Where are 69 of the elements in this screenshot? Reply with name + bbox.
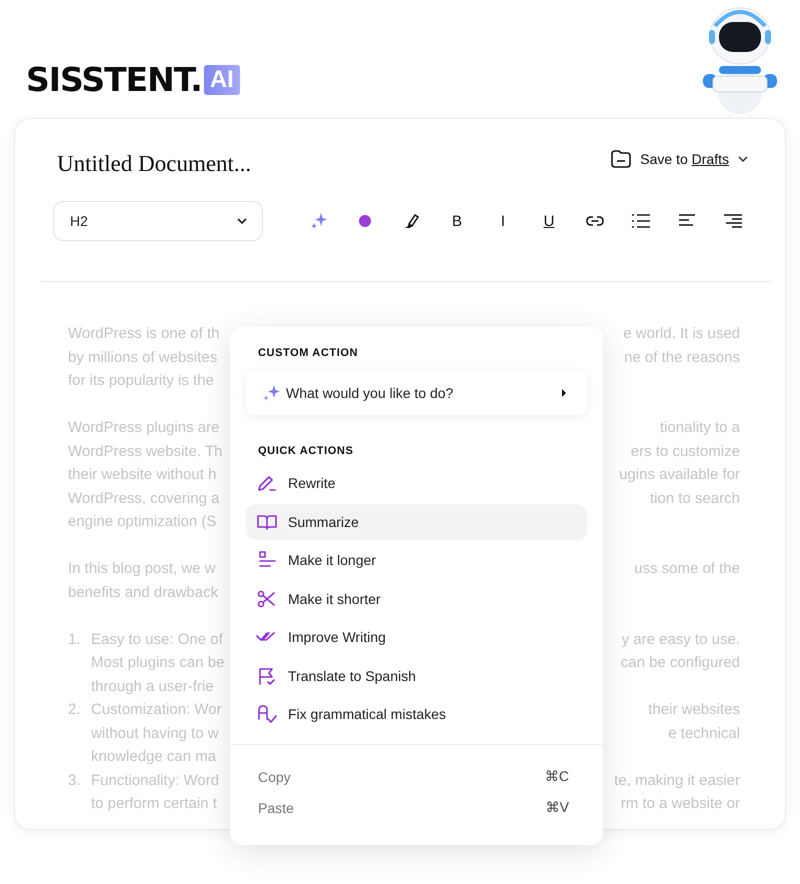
menu-item[interactable]: Summarize bbox=[246, 504, 587, 540]
body-text: ugins available for bbox=[619, 465, 740, 485]
folder-icon bbox=[610, 148, 632, 170]
custom-prompt-field[interactable]: What would you like to do? bbox=[246, 371, 587, 415]
keyboard-shortcut: ⌘C bbox=[544, 768, 569, 785]
bold-button[interactable]: B bbox=[437, 203, 477, 239]
menu-item[interactable]: Rewrite bbox=[246, 465, 587, 501]
caret-right-icon bbox=[561, 389, 567, 397]
body-text: ers to customize bbox=[630, 442, 740, 462]
menu-item[interactable]: Paste ⌘V bbox=[246, 792, 587, 823]
body-text: WordPress plugins are bbox=[68, 418, 220, 438]
block-style-dropdown[interactable]: H2 bbox=[53, 201, 263, 241]
body-text: can be configured bbox=[620, 653, 740, 673]
body-text: for its popularity is the bbox=[68, 371, 214, 391]
menu-item[interactable]: Translate to Spanish bbox=[246, 658, 587, 694]
body-text: WordPress website. Th bbox=[68, 442, 223, 462]
bullet-list-icon bbox=[631, 213, 651, 229]
body-text: their websites bbox=[648, 700, 740, 720]
pencil-icon bbox=[256, 473, 278, 493]
sparkle-icon bbox=[309, 211, 329, 231]
list-number: 1. bbox=[68, 630, 81, 650]
body-text: te, making it easier bbox=[614, 770, 740, 790]
keyboard-shortcut: ⌘V bbox=[546, 799, 569, 816]
body-text: Customization: Wor bbox=[91, 700, 222, 720]
highlighter-icon bbox=[402, 212, 420, 230]
chevron-down-icon bbox=[236, 217, 248, 225]
body-text: knowledge can ma bbox=[91, 747, 216, 767]
logo-wordmark: SISSTENT. bbox=[26, 60, 202, 99]
underline-button[interactable]: U bbox=[529, 203, 569, 239]
list-number: 2. bbox=[68, 700, 81, 720]
body-text: y are easy to use. bbox=[622, 630, 740, 650]
body-text: ne of the reasons bbox=[624, 348, 740, 368]
list-number: 3. bbox=[68, 770, 81, 790]
align-right-icon bbox=[723, 213, 743, 229]
body-text: their website without h bbox=[68, 465, 216, 485]
body-text: engine optimization (S bbox=[68, 512, 216, 532]
section-heading: QUICK ACTIONS bbox=[257, 445, 354, 457]
align-left-icon bbox=[678, 213, 696, 229]
body-text: tion to search bbox=[650, 488, 740, 508]
body-text: In this blog post, we w bbox=[68, 559, 216, 579]
spellcheck-icon bbox=[256, 704, 278, 724]
body-text: WordPress is one of th bbox=[68, 324, 220, 344]
logo-badge: AI bbox=[204, 64, 240, 94]
menu-item[interactable]: Make it shorter bbox=[246, 580, 587, 616]
body-text: rm to a website or bbox=[620, 794, 740, 814]
body-text: e technical bbox=[668, 724, 740, 744]
text-lines-icon bbox=[256, 550, 278, 570]
body-text: Easy to use: One of bbox=[91, 630, 223, 650]
body-text: Most plugins can be bbox=[91, 653, 224, 673]
save-to-drafts-button[interactable]: Save to Drafts bbox=[610, 148, 749, 170]
body-text: tionality to a bbox=[660, 418, 740, 438]
menu-item[interactable]: Improve Writing bbox=[246, 619, 587, 655]
body-text: uss some of the bbox=[634, 559, 740, 579]
document-title: Untitled Document... bbox=[57, 151, 252, 177]
body-text: through a user-frie bbox=[91, 676, 214, 696]
body-text: WordPress, covering a bbox=[68, 488, 220, 508]
italic-button[interactable]: I bbox=[483, 203, 523, 239]
section-heading: CUSTOM ACTION bbox=[257, 347, 360, 359]
body-text: to perform certain t bbox=[91, 794, 217, 814]
menu-item[interactable]: Make it longer bbox=[246, 542, 587, 578]
link-icon bbox=[585, 214, 605, 228]
body-text: Functionality: Word bbox=[91, 770, 220, 790]
chevron-down-icon bbox=[737, 155, 749, 163]
body-text: without having to w bbox=[91, 724, 219, 744]
body-text: benefits and drawback bbox=[68, 582, 218, 602]
body-text: by millions of websites bbox=[68, 348, 218, 368]
menu-item[interactable]: Fix grammatical mistakes bbox=[246, 696, 587, 732]
menu-item[interactable]: Copy ⌘C bbox=[246, 761, 587, 792]
body-text: e world. It is used bbox=[623, 324, 740, 344]
